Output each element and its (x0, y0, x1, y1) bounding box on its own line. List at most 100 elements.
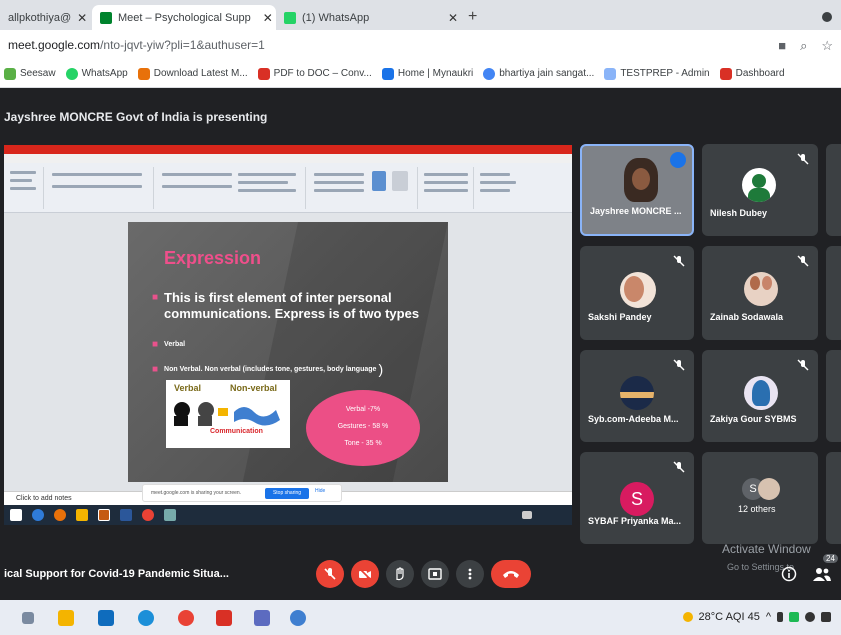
tab-label: (1) WhatsApp (302, 11, 370, 24)
participant-name: Zainab Sodawala (710, 312, 784, 322)
url-text[interactable]: meet.google.com/nto-jqvt-yiw?pli=1&authu… (8, 38, 265, 52)
participant-tile[interactable]: Zakiya Gour SYBMS (702, 350, 818, 442)
whatsapp-icon (65, 67, 78, 80)
bookmark-testprep[interactable]: TESTPREP - Admin (604, 67, 710, 80)
zoom-icon[interactable]: ⌕ (800, 38, 807, 54)
app-icon (164, 509, 176, 521)
participant-tile[interactable]: Jayshree MONCRE ... (580, 144, 694, 236)
slide: Expression ■ This is first element of int… (128, 222, 448, 482)
store-icon[interactable] (254, 610, 270, 626)
avatar (744, 376, 778, 410)
camera-icon[interactable]: ■ (778, 38, 786, 54)
info-icon[interactable] (781, 566, 797, 582)
raise-hand-button[interactable] (386, 560, 414, 588)
star-icon[interactable]: ☆ (821, 38, 833, 54)
stop-sharing-button[interactable]: Stop sharing (265, 488, 309, 499)
ribbon-clipboard (6, 167, 44, 209)
tab-whatsapp[interactable]: (1) WhatsApp ✕ (276, 5, 466, 30)
battery-icon (777, 612, 783, 622)
firefox-icon (54, 509, 66, 521)
mail-icon[interactable] (98, 610, 114, 626)
camera-toggle-button[interactable] (351, 560, 379, 588)
new-tab-button[interactable]: + (468, 8, 477, 26)
tab-label: allpkothiya@ (8, 11, 72, 24)
participant-video (624, 158, 658, 202)
participant-tile-others[interactable]: S 12 others (702, 452, 818, 544)
bookmark-dashboard[interactable]: Dashboard (719, 67, 785, 80)
ppt-ribbon (4, 163, 572, 213)
participant-name: Syb.com-Adeeba M... (588, 414, 679, 424)
participant-tile[interactable]: Syb.com-Adeeba M... (580, 350, 694, 442)
speaking-indicator-icon (670, 152, 686, 168)
avatar-initial: S (620, 482, 654, 516)
bookmarks-bar: Seesaw WhatsApp Download Latest M... PDF… (0, 60, 841, 88)
participant-name: Sakshi Pandey (588, 312, 652, 322)
bookmark-bhartiya[interactable]: bhartiya jain sangat... (483, 67, 594, 80)
address-bar[interactable]: meet.google.com/nto-jqvt-yiw?pli=1&authu… (0, 30, 841, 60)
hand-icon (396, 567, 404, 581)
participant-tile[interactable]: Sakshi Pandey (580, 246, 694, 340)
participant-tile[interactable]: Zainab Sodawala (702, 246, 818, 340)
slide-bullet: ■ This is first element of inter personal… (152, 290, 432, 322)
tab-meet[interactable]: Meet – Psychological Supp ✕ (92, 5, 276, 30)
edge-icon[interactable] (138, 610, 154, 626)
system-tray: 28°C AQI 45 ^ (682, 611, 831, 623)
present-button[interactable] (421, 560, 449, 588)
more-options-button[interactable] (456, 560, 484, 588)
ribbon-editing (476, 167, 526, 209)
bookmark-icon (257, 67, 270, 80)
address-bar-icons: ■ ⌕ ☆ (778, 38, 833, 54)
bookmark-download[interactable]: Download Latest M... (137, 67, 248, 80)
chevron-up-icon[interactable]: ^ (766, 611, 771, 623)
participant-tile-partial[interactable] (826, 246, 841, 340)
windows-start-icon (10, 509, 22, 521)
people-icon[interactable] (812, 565, 832, 583)
google-icon (483, 67, 496, 80)
bookmark-icon (137, 67, 150, 80)
slide-bullet: ■ Verbal (152, 339, 186, 350)
participant-tile-partial[interactable] (826, 452, 841, 544)
participant-tile-partial[interactable] (826, 144, 841, 236)
acrobat-icon[interactable] (216, 610, 232, 626)
mic-toggle-button[interactable] (316, 560, 344, 588)
task-view-icon[interactable] (22, 612, 34, 624)
weather-text[interactable]: 28°C AQI 45 (699, 611, 760, 623)
ribbon-font (46, 167, 154, 209)
participant-name: SYBAF Priyanka Ma... (588, 516, 682, 526)
image-verbal-label: Verbal (174, 383, 202, 393)
present-icon (428, 568, 442, 580)
participant-tile[interactable]: S SYBAF Priyanka Ma... (580, 452, 694, 544)
slide-bullet: ■ Non Verbal. Non verbal (includes tone, … (152, 361, 384, 377)
bookmark-mynaukri[interactable]: Home | Mynaukri (381, 67, 474, 80)
mic-off-icon (797, 255, 809, 267)
profile-icon[interactable] (822, 12, 832, 22)
network-icon[interactable] (821, 612, 831, 622)
tray-app-icon[interactable] (789, 612, 799, 622)
leave-call-button[interactable] (491, 560, 531, 588)
close-icon[interactable]: ✕ (71, 11, 87, 25)
ellipse-line-tone: Tone - 35 % (344, 440, 382, 447)
tray-app-icon[interactable] (805, 612, 815, 622)
tab-gmail[interactable]: allpkothiya@ ✕ (0, 5, 92, 30)
bookmark-label: Home | Mynaukri (397, 68, 474, 79)
bookmark-whatsapp[interactable]: WhatsApp (65, 67, 128, 80)
file-explorer-icon[interactable] (58, 610, 74, 626)
mic-off-icon (797, 153, 809, 165)
close-icon[interactable]: ✕ (442, 11, 458, 25)
slide-title: Expression (164, 248, 262, 268)
chrome-icon[interactable] (178, 610, 194, 626)
app-icon[interactable] (290, 610, 306, 626)
close-icon[interactable]: ✕ (257, 11, 273, 25)
participant-tile[interactable]: Nilesh Dubey (702, 144, 818, 236)
slide-bullet-text: This is first element of inter personal … (164, 290, 420, 321)
slide-bullet-text: Non Verbal. Non verbal (includes tone, g… (164, 365, 377, 373)
bookmark-seesaw[interactable]: Seesaw (4, 67, 56, 80)
bookmark-label: Dashboard (735, 68, 785, 79)
bookmark-pdf-to-doc[interactable]: PDF to DOC – Conv... (257, 67, 372, 80)
participant-tile-partial[interactable] (826, 350, 841, 442)
hide-button[interactable]: Hide (315, 488, 325, 494)
url-host: meet.google.com (8, 38, 101, 52)
slide-bullet-paren: ) (378, 361, 384, 377)
url-path: /nto-jqvt-yiw?pli=1&authuser=1 (100, 38, 265, 52)
windows-taskbar: 28°C AQI 45 ^ (0, 600, 841, 635)
